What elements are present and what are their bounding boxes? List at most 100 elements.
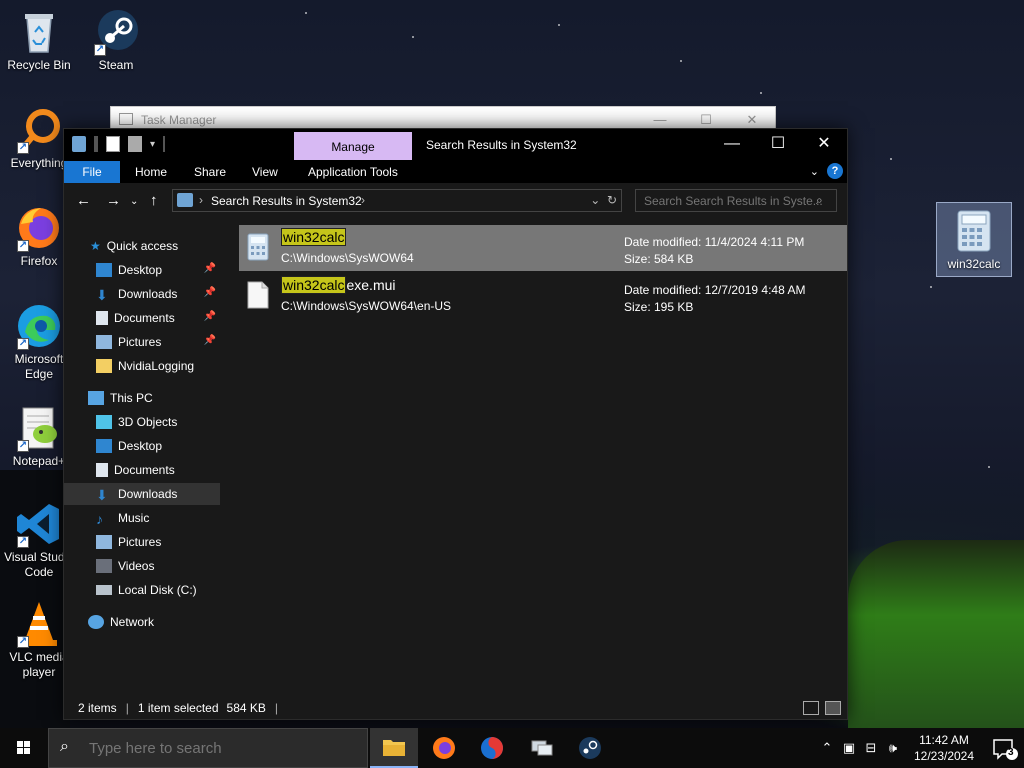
tray-app-icon[interactable]: ▣ bbox=[838, 740, 860, 756]
sidebar-item-pictures[interactable]: Pictures 📌 bbox=[64, 331, 220, 353]
sidebar-item-pc-desktop[interactable]: Desktop bbox=[64, 435, 220, 457]
sidebar-item-pc-downloads[interactable]: ⬇ Downloads bbox=[64, 483, 220, 505]
pictures-icon bbox=[96, 335, 112, 349]
sidebar-item-label: Documents bbox=[114, 311, 175, 325]
notification-icon bbox=[993, 739, 1018, 760]
chevron-right-icon[interactable]: › bbox=[199, 193, 203, 207]
large-icons-view-icon[interactable] bbox=[825, 701, 841, 715]
properties-icon[interactable] bbox=[106, 136, 120, 152]
pin-icon[interactable]: 📌 bbox=[204, 287, 216, 298]
taskbar-app[interactable] bbox=[468, 728, 516, 768]
window-title: Search Results in System32 bbox=[426, 138, 577, 152]
desktop-icon bbox=[96, 439, 112, 453]
clock-time: 11:42 AM bbox=[919, 733, 969, 747]
recent-locations-icon[interactable]: ⌄ bbox=[130, 196, 138, 207]
help-icon[interactable]: ? bbox=[827, 163, 843, 179]
sidebar-item-pc-documents[interactable]: Documents bbox=[64, 459, 220, 481]
tab-application-tools[interactable]: Application Tools bbox=[308, 161, 398, 183]
quick-access-toolbar: ▾ bbox=[72, 136, 166, 152]
sidebar-item-label: Local Disk (C:) bbox=[118, 583, 197, 597]
clock-date: 12/23/2024 bbox=[913, 749, 975, 763]
chevron-right-icon[interactable]: › bbox=[361, 193, 365, 207]
network-app-icon bbox=[531, 740, 553, 756]
sidebar-item-label: Pictures bbox=[118, 335, 162, 349]
title-bar[interactable]: ▾ Manage Search Results in System32 — ☐ … bbox=[64, 129, 847, 161]
sidebar-item-label: Network bbox=[110, 615, 155, 629]
tab-file[interactable]: File bbox=[64, 161, 120, 183]
sidebar-item-label: Downloads bbox=[118, 487, 178, 501]
clock[interactable]: 11:42 AM 12/23/2024 bbox=[904, 732, 984, 764]
up-button[interactable]: ↑ bbox=[150, 192, 158, 209]
selected-count: 1 item selected bbox=[137, 701, 219, 715]
minimize-button[interactable]: — bbox=[709, 129, 755, 159]
calculator-icon bbox=[247, 233, 269, 261]
manage-tab[interactable]: Manage bbox=[294, 132, 412, 160]
new-folder-icon[interactable] bbox=[128, 136, 142, 152]
sidebar-item-documents[interactable]: Documents 📌 bbox=[64, 307, 220, 329]
explorer-folder-icon[interactable] bbox=[72, 136, 86, 152]
windows-logo-icon bbox=[17, 741, 30, 754]
pin-icon[interactable]: 📌 bbox=[204, 335, 216, 346]
sidebar-item-videos[interactable]: Videos bbox=[64, 555, 220, 577]
shortcut-arrow-icon: ↗ bbox=[17, 142, 29, 154]
address-bar[interactable]: › Search Results in System32 › ⌄ ↻ bbox=[172, 189, 622, 212]
sidebar-item-local-disk[interactable]: Local Disk (C:) bbox=[64, 579, 220, 601]
chevron-up-icon[interactable]: ⌃ bbox=[816, 740, 838, 756]
vscode-icon: ↗ bbox=[15, 500, 63, 548]
sidebar-item-pc-pictures[interactable]: Pictures bbox=[64, 531, 220, 553]
file-explorer-icon bbox=[383, 740, 405, 756]
search-result-row[interactable]: win32calc exe.mui C:\Windows\SysWOW64\en-… bbox=[239, 273, 847, 319]
firefox-icon bbox=[433, 737, 455, 759]
sidebar-item-quick-access[interactable]: ★ Quick access bbox=[64, 235, 220, 257]
notification-center-button[interactable]: 3 bbox=[984, 728, 1024, 768]
sidebar-item-music[interactable]: ♪ Music bbox=[64, 507, 220, 529]
firefox-icon: ↗ bbox=[15, 204, 63, 252]
desktop-icon-win32calc[interactable]: win32calc bbox=[936, 202, 1012, 277]
forward-button[interactable]: → bbox=[106, 192, 121, 209]
sidebar-item-label: Desktop bbox=[118, 439, 163, 453]
close-button[interactable]: ✕ bbox=[801, 129, 847, 159]
maximize-button[interactable]: ☐ bbox=[755, 129, 801, 159]
desktop-icon-recycle-bin[interactable]: Recycle Bin bbox=[1, 8, 77, 73]
back-button[interactable]: ← bbox=[76, 192, 91, 209]
start-button[interactable] bbox=[0, 728, 48, 768]
desktop-icon-label: Recycle Bin bbox=[7, 58, 71, 72]
expand-ribbon-icon[interactable]: ⌄ bbox=[810, 165, 819, 178]
desktop-icon-steam[interactable]: ↗ Steam bbox=[78, 8, 154, 73]
taskbar-steam[interactable] bbox=[566, 728, 614, 768]
tab-home[interactable]: Home bbox=[135, 161, 167, 183]
search-result-row[interactable]: win32calc C:\Windows\SysWOW64 Date modif… bbox=[239, 225, 847, 271]
customize-toolbar-icon[interactable]: ▾ bbox=[150, 139, 155, 150]
taskbar-search-input[interactable] bbox=[48, 728, 368, 768]
tab-share[interactable]: Share bbox=[194, 161, 226, 183]
sidebar-item-this-pc[interactable]: This PC bbox=[64, 387, 220, 409]
search-input[interactable] bbox=[635, 189, 837, 212]
vlc-icon: ↗ bbox=[15, 600, 63, 648]
sidebar-item-network[interactable]: Network bbox=[64, 611, 220, 633]
pin-icon[interactable]: 📌 bbox=[204, 263, 216, 274]
details-view-icon[interactable] bbox=[803, 701, 819, 715]
folder-icon bbox=[96, 359, 112, 373]
refresh-icon[interactable]: ⌄ ↻ bbox=[590, 193, 617, 207]
star bbox=[988, 466, 990, 468]
volume-icon[interactable]: 🕪 bbox=[882, 740, 904, 756]
shortcut-arrow-icon: ↗ bbox=[17, 636, 29, 648]
taskbar-firefox[interactable] bbox=[420, 728, 468, 768]
taskbar-network-app[interactable] bbox=[518, 728, 566, 768]
search-icon[interactable]: ⌕ bbox=[816, 193, 823, 208]
star bbox=[890, 158, 892, 160]
file-explorer-window[interactable]: ▾ Manage Search Results in System32 — ☐ … bbox=[63, 128, 848, 720]
taskbar-file-explorer[interactable] bbox=[370, 728, 418, 768]
sidebar-item-downloads[interactable]: ⬇ Downloads 📌 bbox=[64, 283, 220, 305]
sidebar-item-3d-objects[interactable]: 3D Objects bbox=[64, 411, 220, 433]
everything-icon: ↗ bbox=[15, 106, 63, 154]
star bbox=[760, 92, 762, 94]
sidebar-item-label: Pictures bbox=[118, 535, 162, 549]
network-icon[interactable]: ⊟ bbox=[860, 740, 882, 756]
star bbox=[680, 60, 682, 62]
task-manager-title: Task Manager bbox=[141, 113, 217, 127]
tab-view[interactable]: View bbox=[252, 161, 278, 183]
sidebar-item-nvidialogging[interactable]: NvidiaLogging bbox=[64, 355, 220, 377]
sidebar-item-desktop[interactable]: Desktop 📌 bbox=[64, 259, 220, 281]
pin-icon[interactable]: 📌 bbox=[204, 311, 216, 322]
